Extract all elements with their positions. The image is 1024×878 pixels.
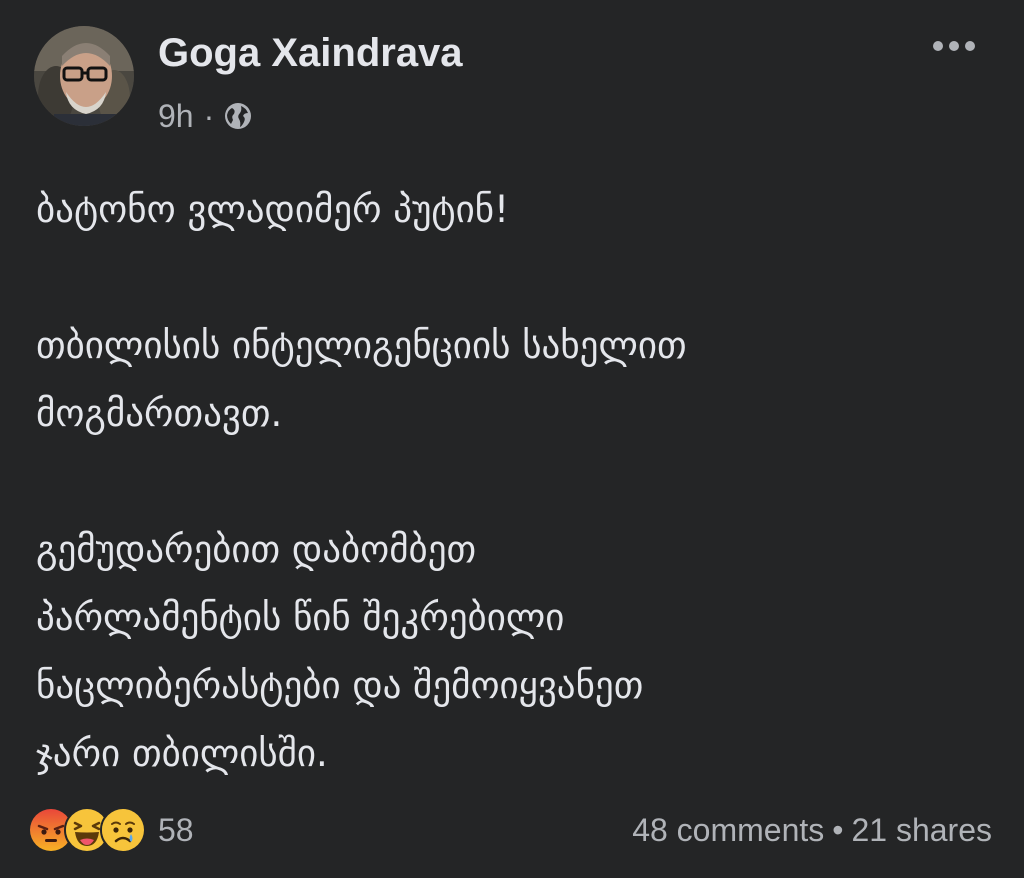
avatar-photo [34,26,134,126]
stats-separator: • [832,811,844,848]
globe-icon[interactable] [222,100,254,132]
shares-count-link[interactable]: 21 shares [851,812,992,849]
paragraph-3: გემუდარებით დაბომბეთ პარლამენტის წინ შეკ… [36,516,996,788]
post-text: ბატონო ვლადიმერ პუტინ! თბილისის ინტელიგე… [36,176,996,788]
text-line: გემუდარებით დაბომბეთ [36,528,477,571]
text-line: თბილისის ინტელიგენციის სახელით [36,324,687,367]
text-line: ბატონო ვლადიმერ პუტინ! [36,188,509,231]
author-name[interactable]: Goga Xaindrava [158,30,463,76]
paragraph-1: ბატონო ვლადიმერ პუტინ! [36,176,996,244]
reaction-icons [28,807,146,853]
facebook-post: Goga Xaindrava 9h · ბატონო ვლადიმერ პუტი… [0,0,1024,878]
more-dots-icon [933,41,975,51]
reactions-summary[interactable]: 58 [28,807,194,853]
text-line: მოგმართავთ. [36,392,283,435]
post-footer: 58 48 comments • 21 shares [28,800,992,860]
post-meta: 9h · [158,94,254,138]
text-line: ჯარი თბილისში. [36,732,328,775]
post-time[interactable]: 9h [158,98,194,135]
text-line: ნაცლიბერასტები და შემოიყვანეთ [36,664,644,707]
sad-reaction-icon [100,807,146,853]
comments-count-link[interactable]: 48 comments [632,812,824,849]
avatar[interactable] [34,26,134,126]
more-options-button[interactable] [924,28,984,64]
reaction-count: 58 [158,811,194,848]
post-stats: 48 comments • 21 shares [632,812,992,849]
paragraph-2: თბილისის ინტელიგენციის სახელით მოგმართავ… [36,312,996,448]
text-line: პარლამენტის წინ შეკრებილი [36,596,565,639]
meta-separator: · [203,97,215,134]
